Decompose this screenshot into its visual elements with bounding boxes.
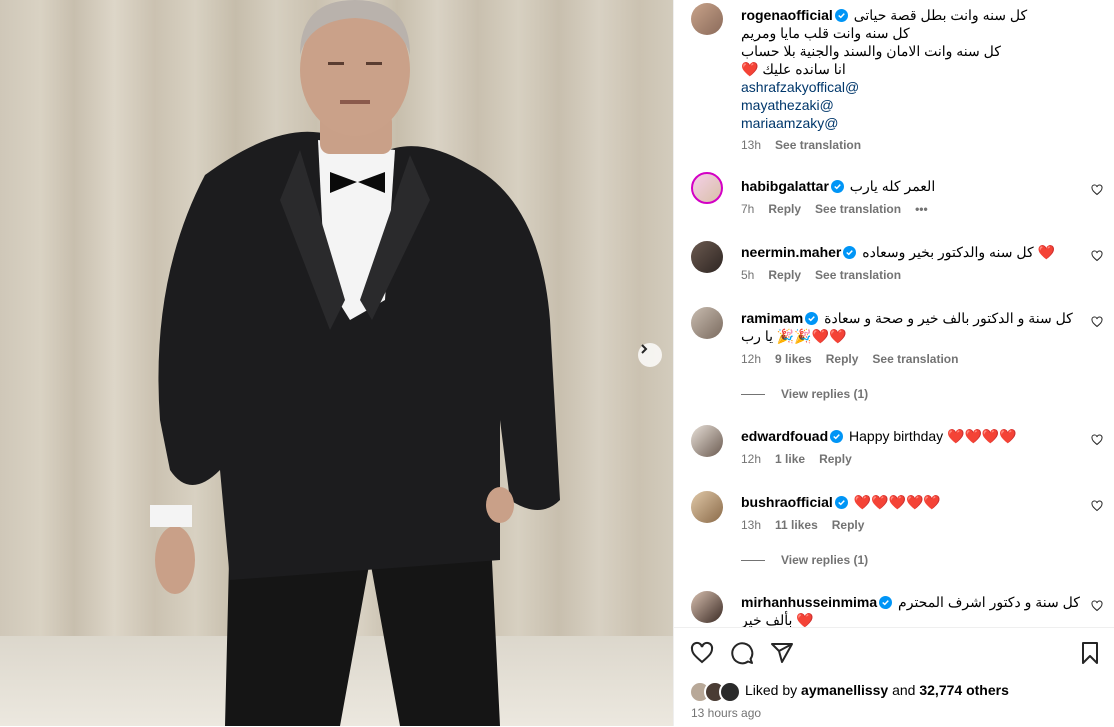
see-translation-button[interactable]: See translation <box>815 202 901 216</box>
caption-line: كل سنه وانت قلب مايا ومريم <box>741 25 910 41</box>
post-photo <box>0 0 673 726</box>
comment-text: كل سنة و دكتور اشرف المحترم <box>898 594 1080 610</box>
comment-text-line2: بألف خير ❤️ <box>741 612 814 627</box>
liker-avatar <box>719 681 741 703</box>
verified-icon <box>879 596 893 609</box>
comment-body: habibgalattar العمر كله يارب <box>741 177 935 195</box>
verified-icon <box>834 9 848 22</box>
photo-person-illustration <box>150 0 560 726</box>
caption: rogenaofficial كل سنه وانت بطل قصة حياتى… <box>741 6 1091 132</box>
like-comment-icon[interactable] <box>1091 500 1103 512</box>
comment-text: العمر كله يارب <box>849 178 936 194</box>
comment-username[interactable]: neermin.maher <box>741 244 841 260</box>
caption-username[interactable]: rogenaofficial <box>741 7 833 23</box>
comment-meta: 12h 1 like Reply <box>741 452 866 466</box>
commenter-avatar[interactable] <box>691 591 723 623</box>
liked-by-prefix: Liked by <box>745 682 798 698</box>
next-photo-button[interactable] <box>638 343 662 367</box>
comment-meta: 5h Reply See translation <box>741 268 915 282</box>
like-comment-icon[interactable] <box>1091 600 1103 612</box>
verified-icon <box>830 180 844 193</box>
commenter-avatar[interactable] <box>691 307 723 339</box>
comment-username[interactable]: bushraofficial <box>741 494 833 510</box>
comments-scroll-area[interactable]: rogenaofficial كل سنه وانت بطل قصة حياتى… <box>674 0 1114 627</box>
mention-link[interactable]: mayathezaki@ <box>741 96 1091 114</box>
like-post-icon[interactable] <box>690 641 714 665</box>
comment-text: كل سنة و الدكتور بالف خير و صحة و سعادة <box>824 310 1073 326</box>
caption-line: كل سنه وانت بطل قصة حياتى <box>853 7 1028 23</box>
comment-meta: 7h Reply See translation ••• <box>741 202 942 216</box>
comment-username[interactable]: edwardfouad <box>741 428 828 444</box>
commenter-avatar[interactable] <box>691 172 723 204</box>
comment-likes[interactable]: 1 like <box>775 452 805 466</box>
verified-icon <box>843 246 857 259</box>
comment-likes[interactable]: 9 likes <box>775 352 812 366</box>
see-translation-button[interactable]: See translation <box>872 352 958 366</box>
view-replies-button[interactable]: View replies (1) <box>741 553 868 567</box>
comments-panel: rogenaofficial كل سنه وانت بطل قصة حياتى… <box>673 0 1114 726</box>
likes-count[interactable]: 32,774 others <box>919 682 1009 698</box>
view-replies-button[interactable]: View replies (1) <box>741 387 868 401</box>
comment-text: كل سنه والدكتور بخير وسعاده ❤️ <box>862 244 1055 260</box>
comment-body: neermin.maher كل سنه والدكتور بخير وسعاد… <box>741 243 1055 261</box>
comment-time: 5h <box>741 268 755 282</box>
chevron-right-icon <box>641 344 648 354</box>
comment-username[interactable]: mirhanhusseinmima <box>741 594 877 610</box>
caption-line: كل سنه وانت الامان والسند والجنية بلا حس… <box>741 43 1001 59</box>
mention-link[interactable]: ashrafzakyoffical@ <box>741 78 1091 96</box>
comment-username[interactable]: ramimam <box>741 310 803 326</box>
reply-button[interactable]: Reply <box>832 518 865 532</box>
comment-meta: 13h 11 likes Reply <box>741 518 878 532</box>
comment-time: 12h <box>741 352 762 366</box>
post-actions: Liked by aymanellissy and 32,774 others … <box>674 627 1114 727</box>
verified-icon <box>805 312 819 325</box>
comment-likes[interactable]: 11 likes <box>775 518 818 532</box>
caption-time: 13h <box>741 138 762 152</box>
comment-meta: 12h 9 likes Reply See translation <box>741 352 972 366</box>
comment-body: ramimam كل سنة و الدكتور بالف خير و صحة … <box>741 309 1073 345</box>
commenter-avatar[interactable] <box>691 491 723 523</box>
author-avatar[interactable] <box>691 3 723 35</box>
commenter-avatar[interactable] <box>691 241 723 273</box>
reply-button[interactable]: Reply <box>826 352 859 366</box>
commenter-avatar[interactable] <box>691 425 723 457</box>
comment-text-line2: يا رب 🎉🎉❤️❤️ <box>741 328 847 344</box>
comment-time: 7h <box>741 202 755 216</box>
more-options-icon[interactable]: ••• <box>915 202 928 216</box>
like-comment-icon[interactable] <box>1091 316 1103 328</box>
comment-time: 13h <box>741 518 762 532</box>
liked-by-summary: Liked by aymanellissy and 32,774 others <box>745 682 1009 698</box>
comment-text: ❤️❤️❤️❤️❤️ <box>853 494 941 510</box>
reply-button[interactable]: Reply <box>768 268 801 282</box>
comment-icon[interactable] <box>730 641 754 665</box>
verified-icon <box>830 430 844 443</box>
comment-body: mirhanhusseinmima كل سنة و دكتور اشرف ال… <box>741 593 1080 627</box>
comment-text: Happy birthday ❤️❤️❤️❤️ <box>849 428 1017 444</box>
reply-button[interactable]: Reply <box>819 452 852 466</box>
verified-icon <box>834 496 848 509</box>
liked-by-user[interactable]: aymanellissy <box>801 682 888 698</box>
comment-username[interactable]: habibgalattar <box>741 178 829 194</box>
save-bookmark-icon[interactable] <box>1078 641 1102 665</box>
caption-line: انا سانده عليك ❤️ <box>741 61 846 77</box>
see-translation-button[interactable]: See translation <box>815 268 901 282</box>
like-comment-icon[interactable] <box>1091 250 1103 262</box>
post-timestamp: 13 hours ago <box>691 706 762 720</box>
comment-body: edwardfouad Happy birthday ❤️❤️❤️❤️ <box>741 427 1017 445</box>
see-translation-button[interactable]: See translation <box>775 138 861 152</box>
reply-button[interactable]: Reply <box>768 202 801 216</box>
like-comment-icon[interactable] <box>1091 184 1103 196</box>
caption-meta: 13h See translation <box>741 138 875 152</box>
view-replies-label: View replies (1) <box>781 553 869 567</box>
comment-time: 12h <box>741 452 762 466</box>
comment-body: bushraofficial ❤️❤️❤️❤️❤️ <box>741 493 941 511</box>
mention-link[interactable]: mariaamzaky@ <box>741 114 1091 132</box>
like-comment-icon[interactable] <box>1091 434 1103 446</box>
liked-by-and: and <box>892 682 916 698</box>
view-replies-label: View replies (1) <box>781 387 869 401</box>
share-icon[interactable] <box>770 641 794 665</box>
